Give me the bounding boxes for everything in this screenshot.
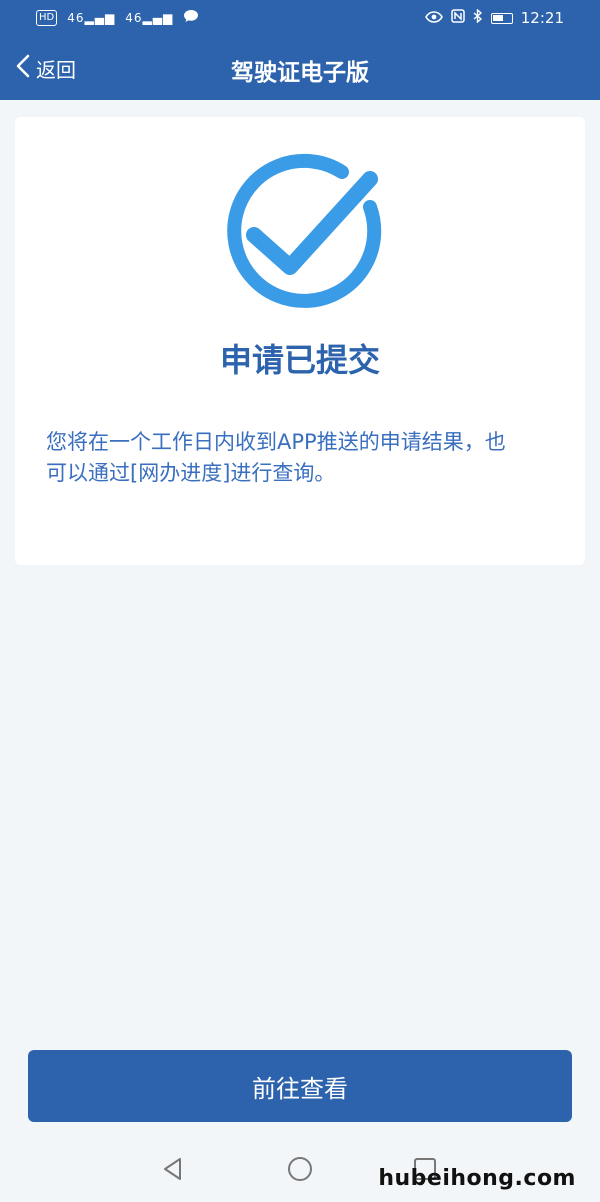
page-title: 驾驶证电子版 [231, 60, 369, 86]
status-bar: HD 46▂▄▆ 46▂▄▆ 12:21 [0, 0, 600, 38]
network-badge: 46 [67, 11, 85, 25]
status-right: 12:21 [424, 8, 564, 27]
bluetooth-icon [473, 8, 483, 27]
network-badge: 46 [125, 11, 143, 25]
view-button[interactable]: 前往查看 [28, 1050, 572, 1122]
chat-icon [183, 9, 199, 27]
signal-icon: 46▂▄▆ [125, 11, 174, 25]
status-left: HD 46▂▄▆ 46▂▄▆ [36, 9, 199, 27]
nav-bar: 返回 驾驶证电子版 [0, 38, 600, 100]
home-circle-icon[interactable] [287, 1156, 313, 1182]
hd-badge: HD [36, 10, 58, 26]
eye-icon [424, 9, 443, 27]
result-title: 申请已提交 [219, 341, 380, 379]
result-message: 您将在一个工作日内收到APP推送的申请结果，也可以通过[网办进度]进行查询。 [46, 430, 506, 485]
nfc-icon [451, 9, 465, 27]
back-triangle-icon[interactable] [160, 1156, 186, 1182]
watermark: hubeihong.com [378, 1166, 576, 1191]
status-time: 12:21 [520, 9, 564, 27]
battery-icon [490, 12, 513, 24]
success-check-icon [220, 147, 385, 312]
signal-icon: 46▂▄▆ [67, 11, 116, 25]
result-card: 申请已提交 您将在一个工作日内收到APP推送的申请结果，也可以通过[网办进度]进… [15, 117, 585, 565]
